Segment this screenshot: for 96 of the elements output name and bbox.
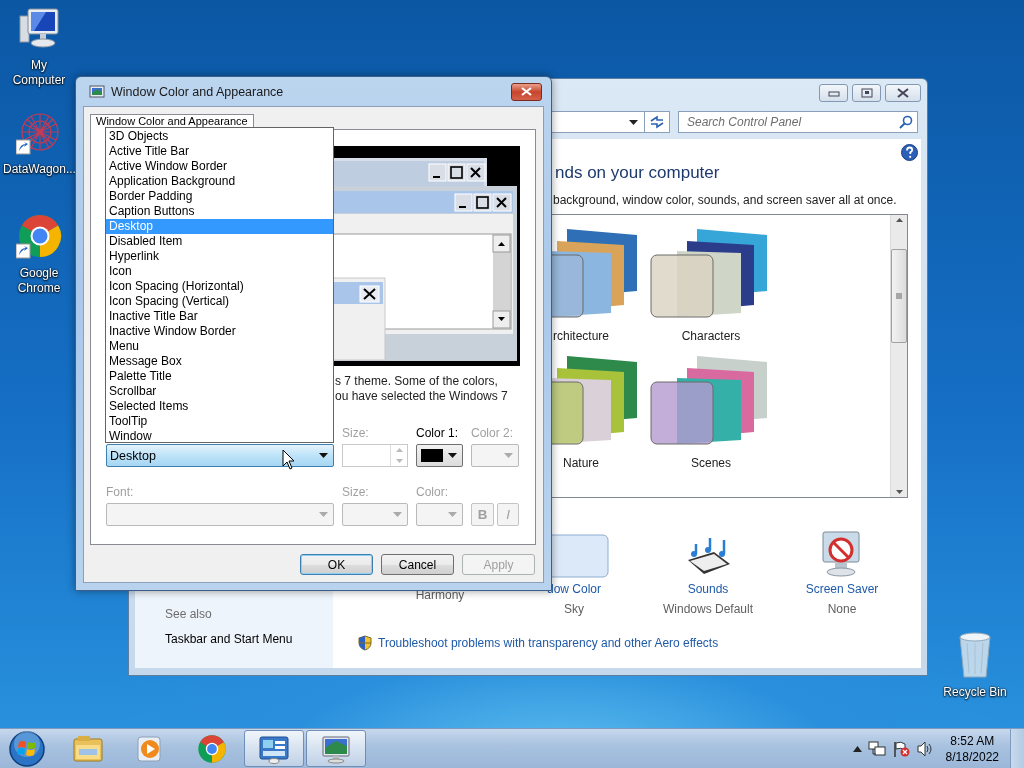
dropdown-option[interactable]: Caption Buttons [106, 204, 333, 219]
clock-time[interactable]: 8:52 AM [950, 732, 995, 749]
restore-icon [860, 88, 873, 98]
dropdown-caret-icon [448, 453, 457, 458]
scroll-up-icon[interactable] [895, 218, 903, 222]
close-icon [897, 88, 909, 98]
scrollbar-thumb[interactable] [891, 249, 907, 343]
action-center-icon[interactable] [891, 740, 910, 757]
dropdown-caret-icon [319, 512, 328, 517]
setting-value: Windows Default [662, 602, 753, 616]
dropdown-option[interactable]: Inactive Window Border [106, 324, 333, 339]
dropdown-option[interactable]: Palette Title [106, 369, 333, 384]
setting-link[interactable]: Sounds [687, 582, 729, 596]
dropdown-option[interactable]: Inactive Title Bar [106, 309, 333, 324]
field-label: Size: [342, 485, 370, 499]
shield-icon [358, 635, 372, 651]
field-label: Size: [342, 426, 370, 440]
dropdown-option[interactable]: Window [106, 429, 333, 444]
setting-link[interactable]: Screen Saver [805, 582, 879, 596]
dropdown-option[interactable]: ToolTip [106, 414, 333, 429]
dropdown-option[interactable]: Border Padding [106, 189, 333, 204]
monitor-icon [320, 733, 352, 764]
volume-icon[interactable] [915, 740, 934, 757]
dropdown-option[interactable]: Active Window Border [106, 159, 333, 174]
clock-date[interactable]: 8/18/2022 [945, 748, 999, 765]
dropdown-option[interactable]: Icon Spacing (Horizontal) [106, 279, 333, 294]
theme-name: Nature [563, 456, 599, 470]
scroll-down-icon[interactable] [895, 490, 903, 494]
mouse-pointer-icon [282, 449, 295, 470]
dropdown-option[interactable]: Menu [106, 339, 333, 354]
help-icon[interactable] [901, 144, 918, 161]
setting-value: None [827, 602, 857, 616]
dropdown-option[interactable]: Disabled Item [106, 234, 333, 249]
field-label: Color 2: [471, 426, 515, 440]
dropdown-option[interactable]: Application Background [106, 174, 333, 189]
search-field[interactable]: Search Control Panel [678, 111, 918, 133]
color-picker-button[interactable] [471, 444, 519, 467]
setting-value: Harmony [415, 588, 465, 602]
theme-name: rchitecture [553, 329, 609, 343]
dropdown-caret-icon [319, 453, 328, 458]
item-dropdown[interactable]: Desktop [106, 444, 334, 467]
scrollbar[interactable] [890, 215, 907, 497]
description-text: ou have selected the Windows 7 [335, 389, 509, 404]
network-icon[interactable] [867, 740, 886, 757]
dropdown-option[interactable]: Hyperlink [106, 249, 333, 264]
close-button[interactable] [511, 82, 542, 101]
field-label: Color 1: [416, 426, 460, 440]
close-icon [521, 87, 532, 96]
desktop-icon-label: My Computer [11, 58, 67, 88]
folder-icon [72, 733, 104, 764]
dropdown-caret-icon [504, 453, 513, 458]
search-icon [899, 115, 913, 129]
start-button[interactable] [8, 729, 46, 768]
taskbar-button[interactable] [244, 730, 304, 767]
window-title: Window Color and Appearance [111, 84, 285, 99]
dropdown-caret-icon [393, 512, 402, 517]
control-panel-icon [258, 733, 290, 764]
network-graph-icon[interactable] [16, 110, 62, 156]
refresh-button[interactable] [645, 111, 670, 133]
font-color-dropdown[interactable] [416, 503, 463, 526]
refresh-icon [649, 115, 665, 129]
dropdown-option[interactable]: Icon [106, 264, 333, 279]
troubleshoot-link[interactable]: Troubleshoot problems with transparency and other Aero effects [378, 636, 719, 650]
minimize-icon [827, 89, 840, 97]
grip-icon [896, 293, 902, 299]
chrome-icon [197, 733, 227, 764]
close-button[interactable] [885, 84, 921, 102]
setting-value: Sky [564, 602, 584, 616]
description-text: s 7 theme. Some of the colors, [335, 374, 499, 389]
theme-name: Scenes [691, 456, 731, 470]
dropdown-option[interactable]: Scrollbar [106, 384, 333, 399]
dropdown-option[interactable]: Icon Spacing (Vertical) [106, 294, 333, 309]
dropdown-option[interactable]: Message Box [106, 354, 333, 369]
dialog-button[interactable]: Cancel [381, 554, 454, 575]
dropdown-caret-icon [448, 512, 457, 517]
desktop-icon-label: Recycle Bin [943, 685, 1007, 699]
dropdown-caret-icon[interactable] [629, 119, 638, 125]
page-description: background, window color, sounds, and screen saver all at once. [552, 193, 898, 207]
dialog-button[interactable]: OK [300, 554, 373, 575]
dropdown-option[interactable]: Active Title Bar [106, 144, 333, 159]
app-icon [89, 83, 105, 100]
color-picker-button[interactable] [416, 444, 463, 467]
desktop-icon-label: DataWagon... [3, 162, 75, 177]
chrome-icon[interactable] [16, 214, 62, 260]
see-also-link[interactable]: Taskbar and Start Menu [165, 632, 333, 646]
theme-name: Characters [681, 329, 741, 343]
desktop-icon-label: Google Chrome [16, 266, 62, 296]
dropdown-option[interactable]: 3D Objects [106, 129, 333, 144]
field-label: Color: [416, 485, 449, 499]
show-hidden-icons-icon[interactable] [852, 745, 862, 752]
see-also-heading: See also [165, 607, 213, 621]
page-heading: nds on your computer [554, 163, 721, 183]
restore-button[interactable] [852, 84, 881, 102]
taskbar-button[interactable] [306, 730, 366, 767]
dropdown-option[interactable]: Selected Items [106, 399, 333, 414]
field-label: Font: [106, 485, 135, 499]
